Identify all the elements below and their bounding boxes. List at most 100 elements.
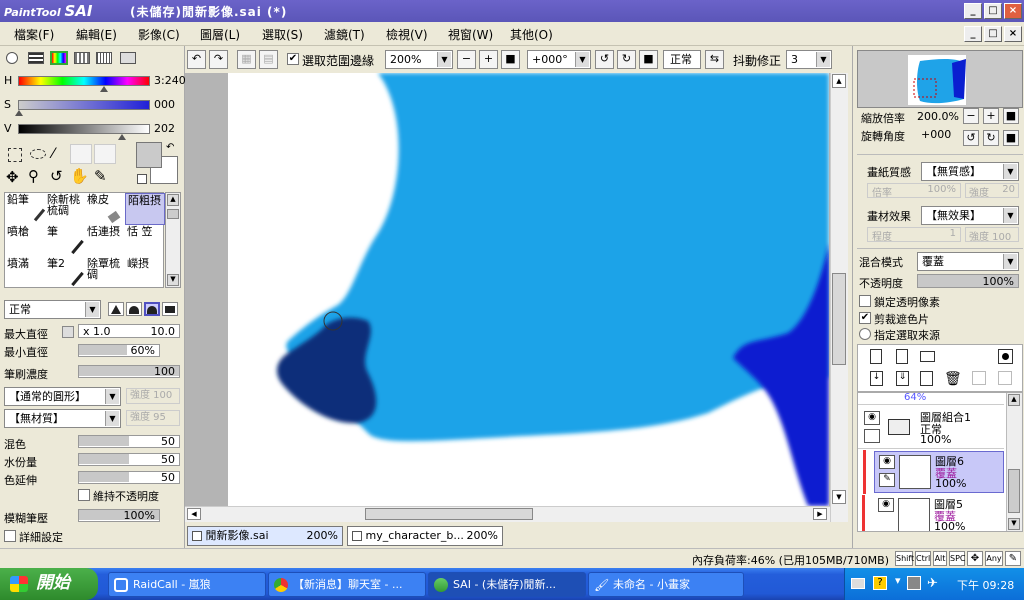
selection-edge-checkbox[interactable]: ✔ <box>287 53 299 65</box>
brush-texture-select[interactable]: 【無材質】 ▼ <box>4 409 121 428</box>
zoom-out-button[interactable]: − <box>457 50 476 69</box>
eyedropper-icon[interactable]: ✎ <box>94 167 107 185</box>
ctrl-key[interactable]: Ctrl <box>915 551 931 566</box>
task-sai[interactable]: SAI - (未儲存)閒新... <box>428 572 586 597</box>
scratchpad-icon[interactable] <box>96 52 112 64</box>
bird-icon[interactable]: ✈ <box>927 576 938 591</box>
canvas-vertical-scrollbar[interactable]: ▲ ▼ <box>830 73 848 522</box>
rotate-reset-button[interactable]: ■ <box>639 50 658 69</box>
doc-restore-button[interactable]: □ <box>984 26 1002 42</box>
layer-scroll-up[interactable]: ▲ <box>1008 394 1020 406</box>
menu-edit[interactable]: 編輯(E) <box>76 26 117 43</box>
menu-view[interactable]: 檢視(V) <box>386 26 428 43</box>
doc-close-button[interactable]: × <box>1004 26 1022 42</box>
layer-opacity-slider[interactable]: 100% <box>917 274 1019 288</box>
tool-10[interactable]: 除覃梳碉 <box>85 257 125 289</box>
maximize-button[interactable]: □ <box>984 3 1002 19</box>
zoom-select[interactable]: 200% ▼ <box>385 50 453 69</box>
navigator-preview[interactable] <box>857 50 1023 108</box>
tip-soft-icon[interactable] <box>126 302 142 316</box>
redo-button[interactable]: ↷ <box>209 50 228 69</box>
mode-button[interactable]: 正常 <box>663 50 701 69</box>
nav-rotate-left-button[interactable]: ↺ <box>963 130 979 146</box>
hue-slider[interactable] <box>18 76 150 86</box>
layer-5[interactable]: ◉ 圖層5 覆蓋 100% <box>862 495 1004 531</box>
detail-settings-checkbox[interactable] <box>4 530 16 542</box>
scroll-right-arrow[interactable]: ▶ <box>813 508 827 520</box>
lock-alpha-checkbox[interactable] <box>859 295 871 307</box>
invert-select-button[interactable]: ▤ <box>259 50 278 69</box>
layer-scroll-down[interactable]: ▼ <box>1008 518 1020 530</box>
pen-icon[interactable]: ✎ <box>1005 551 1021 566</box>
vertical-scroll-thumb[interactable] <box>832 273 846 365</box>
doc-tab-active[interactable]: 閒新影像.sai 200% <box>187 526 343 546</box>
tool-6[interactable]: 恬連摂 <box>85 225 125 257</box>
task-raidcall[interactable]: RaidCall - 嵐狼 <box>108 572 266 597</box>
rotate-right-button[interactable]: ↻ <box>617 50 636 69</box>
task-chrome[interactable]: 【新消息】聊天室 - ... <box>268 572 426 597</box>
layer-6-selected[interactable]: ◉ ✎ 圖層6 覆蓋 100% <box>863 450 1004 494</box>
palette-icon[interactable] <box>120 52 136 64</box>
tool-3-selected[interactable]: 陌粗摂 <box>125 193 165 225</box>
minimize-button[interactable]: _ <box>964 3 982 19</box>
lock-icon[interactable] <box>864 429 880 443</box>
doc-minimize-button[interactable]: _ <box>964 26 982 42</box>
layer-scroll-thumb[interactable] <box>1008 469 1020 513</box>
effect-select[interactable]: 【無效果】 ▼ <box>921 206 1019 225</box>
saturation-slider[interactable] <box>18 100 150 110</box>
stretch-slider[interactable]: 50 <box>78 471 180 484</box>
value-slider[interactable] <box>18 124 150 134</box>
blend-slider[interactable]: 50 <box>78 435 180 448</box>
rotate-left-button[interactable]: ↺ <box>595 50 614 69</box>
move-key-icon[interactable]: ✥ <box>967 551 983 566</box>
tip-hard-icon[interactable] <box>108 302 124 316</box>
deselect-button[interactable]: ▦ <box>237 50 256 69</box>
tool-1[interactable]: 除斬桃梳碉 <box>45 193 85 225</box>
keyboard-icon[interactable] <box>851 578 865 589</box>
zoom-reset-button[interactable]: ■ <box>501 50 520 69</box>
nav-rotate-right-button[interactable]: ↻ <box>983 130 999 146</box>
tool-eraser[interactable]: 橡皮 <box>85 193 125 225</box>
scroll-left-arrow[interactable]: ◀ <box>187 508 201 520</box>
help-icon[interactable]: ? <box>873 576 887 590</box>
lasso-icon[interactable] <box>30 149 46 159</box>
transfer-down-icon[interactable]: ↓ <box>870 371 883 386</box>
rgb-slider-icon[interactable] <box>28 52 44 64</box>
nav-zoom-reset-button[interactable]: ■ <box>1003 108 1019 124</box>
paper-texture-select[interactable]: 【無質感】 ▼ <box>921 162 1019 181</box>
stabilizer-select[interactable]: 3 ▼ <box>786 50 832 69</box>
color-wheel-icon[interactable] <box>6 52 18 64</box>
tool-grid-scrollbar[interactable]: ▲ ▼ <box>165 192 181 288</box>
merge-down-icon[interactable]: ⇓ <box>896 371 909 386</box>
scroll-up-arrow[interactable]: ▲ <box>832 74 846 88</box>
new-folder-icon[interactable] <box>920 351 935 362</box>
tool-brush2[interactable]: 筆2 <box>45 257 85 289</box>
clear-layer-icon[interactable] <box>920 371 933 386</box>
brush-icon[interactable]: ✎ <box>879 473 895 487</box>
transparent-color-icon[interactable] <box>137 174 147 184</box>
menu-filter[interactable]: 濾鏡(T) <box>324 26 365 43</box>
move-icon[interactable]: ✥ <box>6 168 19 186</box>
swap-colors-icon[interactable]: ↶ <box>166 142 174 153</box>
layer-list-scrollbar[interactable]: ▲ ▼ <box>1006 393 1022 531</box>
task-paint[interactable]: 🖌 未命名 - 小畫家 <box>588 572 744 597</box>
tool-7[interactable]: 恬 笠 <box>125 225 165 257</box>
tool-brush[interactable]: 筆 <box>45 225 85 257</box>
canvas-horizontal-scrollbar[interactable]: ◀ ▶ <box>185 506 830 522</box>
new-vector-layer-icon[interactable] <box>896 349 908 364</box>
water-slider[interactable]: 50 <box>78 453 180 466</box>
scroll-down-arrow[interactable]: ▼ <box>832 490 846 504</box>
magic-wand-icon[interactable]: ⁄ <box>52 146 54 162</box>
new-layer-icon[interactable] <box>870 349 882 364</box>
clipping-mask-checkbox[interactable]: ✔ <box>859 312 871 324</box>
layer-blend-select[interactable]: 覆蓋 ▼ <box>917 252 1019 271</box>
nav-zoom-out-button[interactable]: − <box>963 108 979 124</box>
any-key[interactable]: Any <box>985 551 1003 566</box>
layer-mask-icon[interactable] <box>998 349 1013 364</box>
eye-icon[interactable]: ◉ <box>879 455 895 469</box>
doc-tab[interactable]: my_character_b... 200% <box>347 526 503 546</box>
alt-key[interactable]: Alt <box>933 551 947 566</box>
menu-window[interactable]: 視窗(W) <box>448 26 493 43</box>
layer-group-1[interactable]: ◉ 圖層組合1 正常 100% <box>858 407 1004 449</box>
rect-select-icon[interactable] <box>8 148 22 162</box>
